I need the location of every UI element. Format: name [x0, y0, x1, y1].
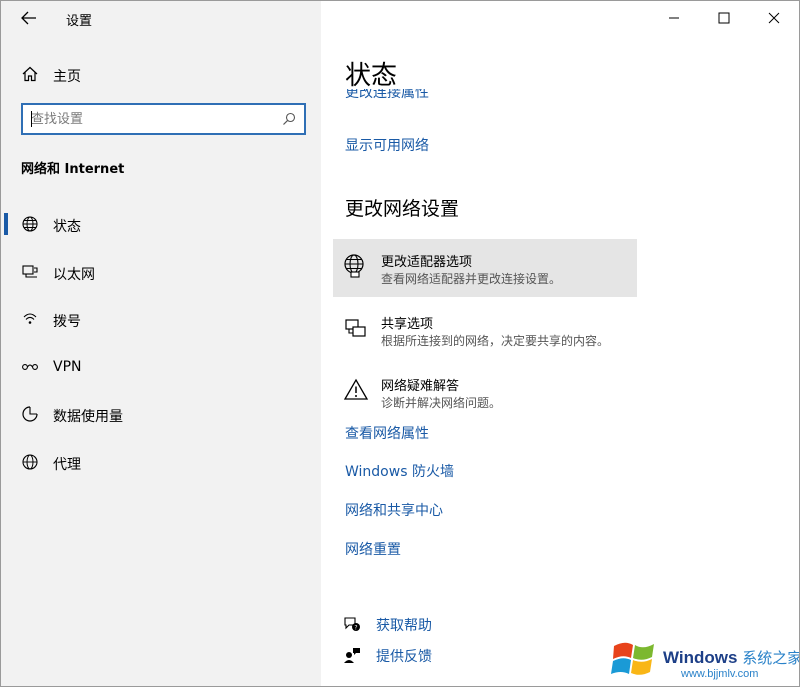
watermark-brand-en: Windows: [663, 648, 738, 667]
adapter-globe-icon: [344, 254, 364, 278]
sidebar-item-status[interactable]: 状态: [1, 207, 321, 255]
network-sharing-center-link[interactable]: 网络和共享中心: [345, 500, 443, 520]
network-troubleshooter[interactable]: 网络疑难解答 诊断并解决网络问题。: [333, 363, 637, 421]
home-button[interactable]: 主页: [1, 57, 321, 91]
text-caret: [31, 111, 32, 127]
watermark-brand-cn: 系统之家: [742, 650, 800, 667]
globe-icon: [22, 453, 38, 470]
back-button[interactable]: [15, 5, 43, 31]
title-bar: 设置: [1, 1, 321, 35]
sidebar-item-label: 数据使用量: [53, 409, 123, 425]
give-feedback-label: 提供反馈: [376, 649, 432, 665]
app-title: 设置: [66, 14, 93, 29]
sidebar: 设置 主页 网络和 Internet 状态 以太网 拨号: [1, 1, 321, 686]
option-description: 根据所连接到的网络，决定要共享的内容。: [381, 334, 610, 348]
sidebar-item-data-usage[interactable]: 数据使用量: [1, 397, 321, 445]
sidebar-item-label: VPN: [53, 358, 82, 375]
svg-text:?: ?: [354, 625, 357, 632]
windows-logo-icon: [611, 642, 654, 675]
search-input[interactable]: [31, 110, 271, 128]
vpn-icon: [22, 363, 38, 370]
home-label: 主页: [53, 69, 81, 85]
sidebar-item-vpn[interactable]: VPN: [1, 350, 321, 398]
settings-window: 设置 主页 网络和 Internet 状态 以太网 拨号: [0, 0, 800, 687]
sidebar-item-label: 以太网: [53, 266, 95, 283]
sidebar-item-dialup[interactable]: 拨号: [1, 302, 321, 350]
sharing-options[interactable]: 共享选项 根据所连接到的网络，决定要共享的内容。: [333, 301, 637, 359]
main-content: 状态 更改连接属性 显示可用网络 更改网络设置 更改适配器选项 查看网络适配器并…: [321, 1, 799, 686]
option-title: 更改适配器选项: [381, 255, 473, 270]
home-icon: [22, 66, 38, 82]
data-usage-icon: [22, 406, 38, 422]
search-box[interactable]: [21, 103, 306, 135]
watermark-url: www.bjjmlv.com: [681, 668, 759, 680]
show-available-networks-link[interactable]: 显示可用网络: [345, 135, 429, 155]
link-text: 更改连接属性: [345, 89, 429, 101]
change-adapter-options[interactable]: 更改适配器选项 查看网络适配器并更改连接设置。: [333, 239, 637, 297]
ethernet-icon: [22, 264, 38, 278]
sidebar-nav: 状态 以太网 拨号 VPN 数据使用量 代理: [1, 207, 321, 492]
feedback-person-icon: [344, 648, 360, 663]
sidebar-item-proxy[interactable]: 代理: [1, 445, 321, 493]
section-title: 网络和 Internet: [21, 162, 125, 177]
watermark: Windows 系统之家 www.bjjmlv.com: [611, 633, 799, 685]
search-icon[interactable]: [282, 112, 296, 126]
sharing-icon: [345, 319, 366, 337]
change-connection-properties-link[interactable]: 更改连接属性: [345, 89, 429, 103]
dialup-icon: [23, 313, 37, 324]
option-description: 查看网络适配器并更改连接设置。: [381, 272, 562, 286]
globe-icon: [22, 216, 38, 232]
watermark-brand: Windows 系统之家: [663, 647, 800, 668]
windows-firewall-link[interactable]: Windows 防火墙: [345, 461, 454, 481]
page-title: 状态: [345, 61, 398, 91]
help-chat-icon: ?: [344, 617, 360, 632]
sidebar-item-label: 状态: [53, 219, 81, 235]
option-title: 共享选项: [381, 317, 434, 332]
get-help-label: 获取帮助: [376, 618, 432, 634]
sidebar-item-label: 拨号: [53, 314, 81, 330]
sidebar-item-label: 代理: [53, 456, 81, 473]
back-arrow-icon: [21, 11, 36, 25]
sidebar-item-ethernet[interactable]: 以太网: [1, 255, 321, 303]
option-title: 网络疑难解答: [381, 379, 460, 394]
network-reset-link[interactable]: 网络重置: [345, 539, 401, 559]
view-network-properties-link[interactable]: 查看网络属性: [345, 423, 429, 443]
option-description: 诊断并解决网络问题。: [381, 396, 502, 410]
warning-icon: [343, 378, 369, 400]
change-network-settings-heading: 更改网络设置: [345, 198, 460, 220]
